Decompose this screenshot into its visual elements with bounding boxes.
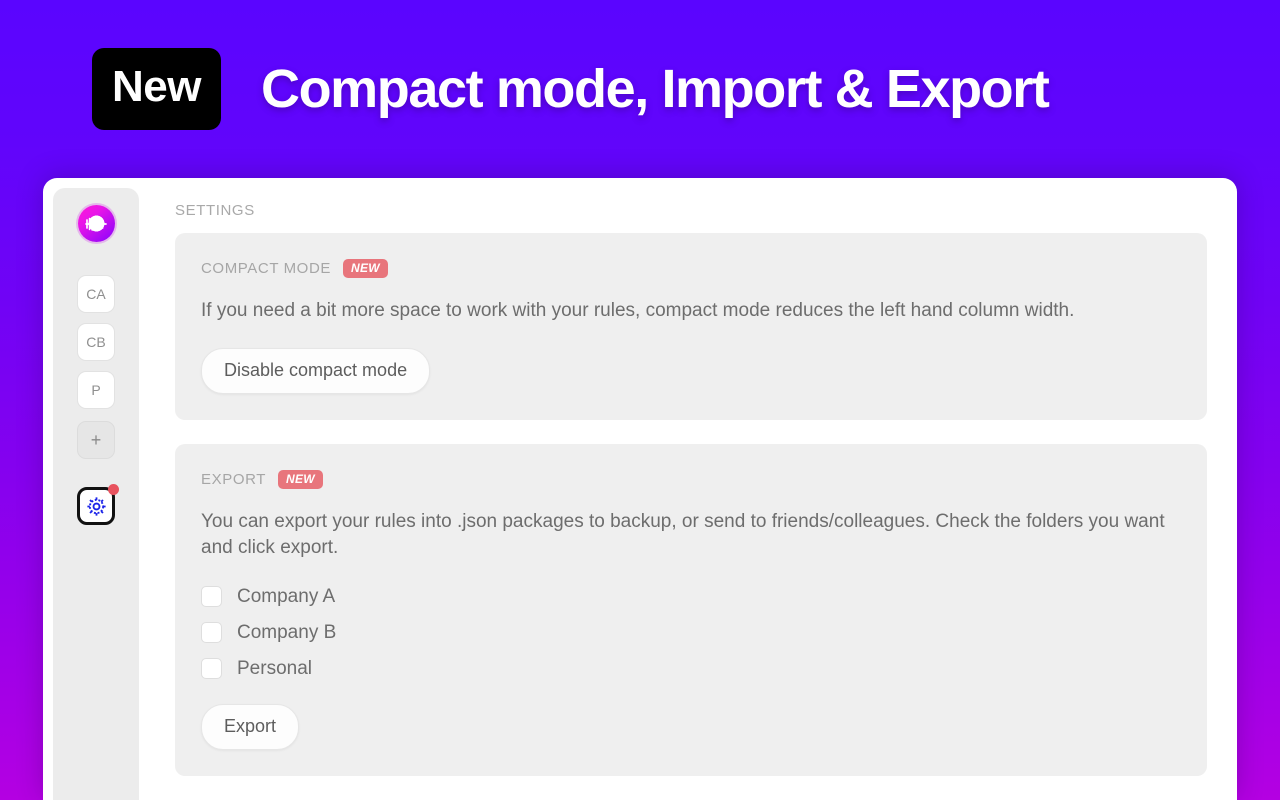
promo-new-badge: New bbox=[92, 48, 221, 130]
export-new-badge: NEW bbox=[278, 470, 323, 490]
promo-header: New Compact mode, Import & Export bbox=[0, 0, 1280, 178]
list-item[interactable]: Personal bbox=[201, 658, 1183, 680]
sidebar: CA CB P + bbox=[53, 188, 139, 800]
list-item[interactable]: Company A bbox=[201, 586, 1183, 608]
disable-compact-mode-button[interactable]: Disable compact mode bbox=[201, 348, 431, 395]
settings-main: SETTINGS COMPACT MODE NEW If you need a … bbox=[139, 178, 1237, 800]
checkbox-personal[interactable] bbox=[201, 658, 222, 680]
export-folder-checklist: Company A Company B Personal bbox=[201, 586, 1183, 680]
compact-mode-description: If you need a bit more space to work wit… bbox=[201, 300, 1075, 321]
checkbox-company-a[interactable] bbox=[201, 586, 222, 608]
sidebar-folder-list: CA CB P + bbox=[77, 275, 115, 459]
export-description: You can export your rules into .json pac… bbox=[201, 511, 1165, 559]
sidebar-folder-ca[interactable]: CA bbox=[77, 275, 115, 313]
export-header: EXPORT NEW bbox=[201, 470, 1183, 490]
promo-title: Compact mode, Import & Export bbox=[260, 59, 1050, 119]
export-button[interactable]: Export bbox=[201, 703, 300, 750]
checkbox-label-company-a: Company A bbox=[237, 585, 336, 607]
app-logo[interactable] bbox=[77, 205, 115, 242]
add-folder-button[interactable]: + bbox=[77, 421, 115, 459]
sidebar-folder-p[interactable]: P bbox=[77, 371, 115, 409]
list-item[interactable]: Company B bbox=[201, 622, 1183, 644]
checkbox-label-company-b: Company B bbox=[237, 621, 337, 643]
page-title: SETTINGS bbox=[175, 202, 255, 219]
checkbox-company-b[interactable] bbox=[201, 622, 222, 644]
app-window: CA CB P + SETTINGS COMPACT MODE NEW If y… bbox=[43, 178, 1237, 800]
sidebar-folder-cb[interactable]: CB bbox=[77, 323, 115, 361]
export-card: EXPORT NEW You can export your rules int… bbox=[175, 444, 1207, 776]
settings-button[interactable] bbox=[77, 484, 119, 525]
compact-mode-header: COMPACT MODE NEW bbox=[201, 259, 1183, 278]
compact-mode-card: COMPACT MODE NEW If you need a bit more … bbox=[175, 233, 1207, 421]
compact-mode-title: COMPACT MODE bbox=[201, 260, 331, 277]
compact-mode-new-badge: NEW bbox=[342, 259, 388, 278]
export-title: EXPORT bbox=[201, 471, 267, 489]
notification-dot bbox=[108, 484, 119, 495]
checkbox-label-personal: Personal bbox=[237, 657, 312, 679]
